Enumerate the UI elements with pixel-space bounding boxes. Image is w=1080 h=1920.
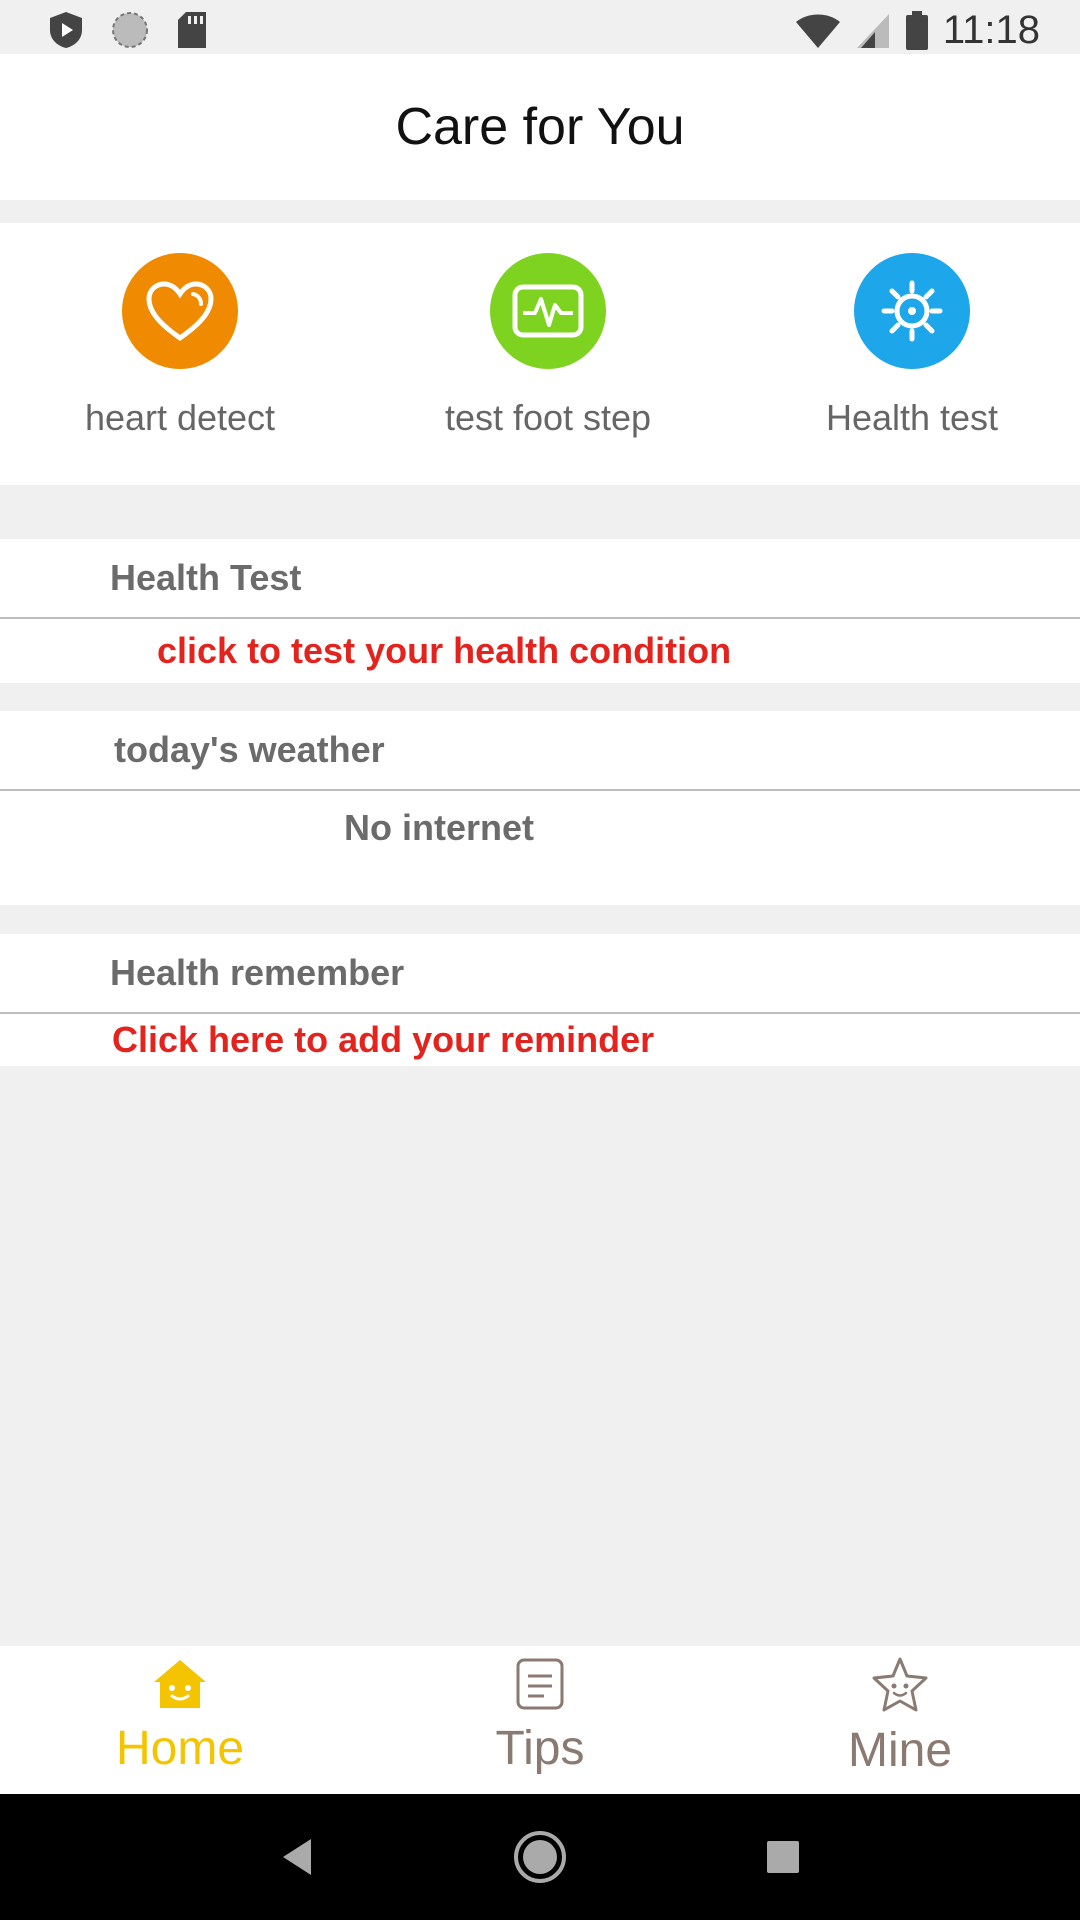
- ecg-icon: [490, 253, 606, 369]
- heart-icon: [122, 253, 238, 369]
- wifi-icon: [795, 14, 840, 48]
- health-remember-card: Health remember Click here to add your r…: [0, 934, 1080, 1066]
- nav-home[interactable]: Home: [0, 1646, 360, 1794]
- page-title: Care for You: [395, 98, 685, 156]
- nav-home-label: Home: [115, 1722, 245, 1775]
- status-bar: 11:18: [0, 0, 1080, 54]
- weather-card: today's weather No internet: [0, 711, 1080, 905]
- weather-heading: today's weather: [0, 711, 1080, 791]
- sync-circle-icon: [112, 12, 148, 48]
- test-health-link[interactable]: click to test your health condition: [0, 619, 1080, 683]
- health-test-heading: Health Test: [0, 539, 1080, 619]
- gear-icon: [854, 253, 970, 369]
- heart-detect-button[interactable]: heart detect: [30, 253, 330, 439]
- back-icon[interactable]: [277, 1835, 317, 1879]
- feature-shortcuts: heart detect test foot step Health test: [0, 223, 1080, 485]
- health-test-card: Health Test click to test your health co…: [0, 539, 1080, 683]
- sd-card-icon: [178, 12, 206, 48]
- bottom-nav: Home Tips Mine: [0, 1646, 1080, 1794]
- nav-mine-label: Mine: [847, 1724, 953, 1777]
- test-foot-step-label: test foot step: [444, 397, 652, 438]
- heart-detect-label: heart detect: [84, 397, 276, 438]
- battery-icon: [905, 10, 928, 50]
- health-test-label: Health test: [825, 397, 999, 438]
- recents-icon[interactable]: [763, 1837, 803, 1877]
- weather-status: No internet: [344, 807, 535, 848]
- nav-tips[interactable]: Tips: [360, 1646, 720, 1794]
- title-bar: Care for You: [0, 54, 1080, 200]
- system-nav-bar: [0, 1794, 1080, 1920]
- play-shield-icon: [50, 12, 82, 48]
- tips-icon: [516, 1658, 564, 1710]
- home-icon: [154, 1660, 206, 1708]
- test-foot-step-button[interactable]: test foot step: [398, 253, 698, 439]
- nav-mine[interactable]: Mine: [720, 1646, 1080, 1794]
- add-reminder-link[interactable]: Click here to add your reminder: [0, 1014, 1080, 1066]
- home-circle-icon[interactable]: [512, 1829, 568, 1885]
- signal-icon: [856, 13, 889, 48]
- nav-tips-label: Tips: [495, 1722, 585, 1775]
- health-remember-heading: Health remember: [0, 934, 1080, 1014]
- clock-text: 11:18: [942, 8, 1040, 52]
- star-icon: [872, 1657, 928, 1712]
- health-test-button[interactable]: Health test: [762, 253, 1062, 439]
